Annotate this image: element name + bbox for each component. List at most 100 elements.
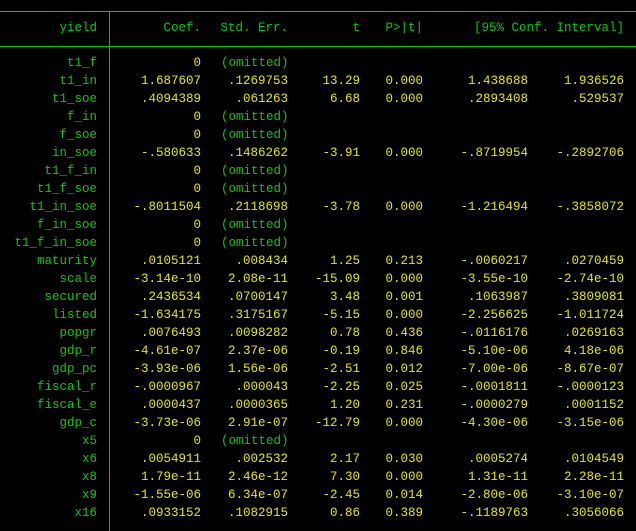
table-row: popgr .0076493 .0098282 0.78 0.436 -.0116176.… — [0, 324, 636, 342]
ci-high-cell: .0104549 — [563, 452, 624, 466]
t-cell: -3.78 — [322, 200, 360, 214]
var-name: t1_f_soe — [36, 182, 97, 196]
t-cell: 7.30 — [329, 470, 360, 484]
coef-cell: -.8011504 — [133, 200, 201, 214]
coef-cell: 0 — [193, 434, 201, 448]
table-row: x9 -1.55e-06 6.34e-07 -2.45 0.014 -2.80e-06 -3… — [0, 486, 636, 504]
ci-high-cell: .0001152 — [563, 398, 624, 412]
var-name: x16 — [74, 506, 97, 520]
p-cell: 0.025 — [385, 380, 423, 394]
se-cell: .1082915 — [227, 506, 288, 520]
var-name: f_in_soe — [36, 218, 97, 232]
table-row: t1_f_in 0 (omitted) — [0, 162, 636, 180]
omitted-label: (omitted) — [221, 164, 289, 178]
t-cell: -2.25 — [322, 380, 360, 394]
coef-cell: 0 — [193, 56, 201, 70]
coef-cell: .0000437 — [140, 398, 201, 412]
var-name: f_soe — [59, 128, 97, 142]
ci-high-cell: .0270459 — [563, 254, 624, 268]
table-row: x5 0 (omitted) — [0, 432, 636, 450]
ci-high-cell: -8.67e-07 — [556, 362, 624, 376]
table-row: t1_in_soe -.8011504 .2118698 -3.78 0.000 -1.2… — [0, 198, 636, 216]
var-name: x5 — [81, 434, 97, 448]
ci-low-cell: -.8719954 — [460, 146, 528, 160]
t-cell: -2.51 — [322, 362, 360, 376]
var-name: gdp_c — [59, 416, 97, 430]
table-row: x16 .0933152 .1082915 0.86 0.389 -.1189763 .30… — [0, 504, 636, 522]
t-cell: 0.86 — [329, 506, 360, 520]
table-row: f_in_soe 0 (omitted) — [0, 216, 636, 234]
table-row: x8 1.79e-11 2.46e-12 7.30 0.000 1.31e-11 2.28e… — [0, 468, 636, 486]
ci-low-cell: 1.31e-11 — [467, 470, 528, 484]
ci-high-cell: .529537 — [571, 92, 624, 106]
coef-cell: .0105121 — [140, 254, 201, 268]
table-row: f_in 0 (omitted) — [0, 108, 636, 126]
ci-high-cell: -.2892706 — [556, 146, 624, 160]
table-row: fiscal_e .0000437 .0000365 1.20 0.231 -.00002… — [0, 396, 636, 414]
table-row: t1_in 1.687607 .1269753 13.29 0.000 1.438688 1… — [0, 72, 636, 90]
omitted-label: (omitted) — [221, 128, 289, 142]
var-name: gdp_pc — [51, 362, 97, 376]
var-name: fiscal_r — [36, 380, 97, 394]
var-name: f_in — [66, 110, 97, 124]
t-cell: -0.19 — [322, 344, 360, 358]
var-name: gdp_r — [59, 344, 97, 358]
se-cell: 2.37e-06 — [227, 344, 288, 358]
p-cell: 0.436 — [385, 326, 423, 340]
p-cell: 0.030 — [385, 452, 423, 466]
se-cell: .2118698 — [227, 200, 288, 214]
ci-high-cell: -3.15e-06 — [556, 416, 624, 430]
t-cell: 0.78 — [329, 326, 360, 340]
se-cell: 2.08e-11 — [227, 272, 288, 286]
coef-cell: 0 — [193, 128, 201, 142]
coef-cell: -3.14e-10 — [133, 272, 201, 286]
var-name: t1_in — [59, 74, 97, 88]
table-row: gdp_c -3.73e-06 2.91e-07 -12.79 0.000 -4.30e-… — [0, 414, 636, 432]
ci-high-cell: -.3858072 — [556, 200, 624, 214]
table-row: in_soe -.580633 .1486262 -3.91 0.000 -.871995… — [0, 144, 636, 162]
p-cell: 0.000 — [385, 92, 423, 106]
var-name: fiscal_e — [36, 398, 97, 412]
se-cell: .002532 — [235, 452, 288, 466]
coef-cell: -.0000967 — [133, 380, 201, 394]
ci-low-cell: -7.00e-06 — [460, 362, 528, 376]
coef-cell: -3.73e-06 — [133, 416, 201, 430]
se-cell: .008434 — [235, 254, 288, 268]
omitted-label: (omitted) — [221, 236, 289, 250]
ci-low-cell: -5.10e-06 — [460, 344, 528, 358]
table-row: t1_f_soe 0 (omitted) — [0, 180, 636, 198]
p-cell: 0.000 — [385, 74, 423, 88]
coef-cell: -1.634175 — [133, 308, 201, 322]
se-cell: 2.91e-07 — [227, 416, 288, 430]
t-cell: 13.29 — [322, 74, 360, 88]
var-name: t1_soe — [51, 92, 97, 106]
ci-high-cell: -2.74e-10 — [556, 272, 624, 286]
p-cell: 0.000 — [385, 200, 423, 214]
coef-cell: -4.61e-07 — [133, 344, 201, 358]
t-cell: -5.15 — [322, 308, 360, 322]
se-cell: 2.46e-12 — [227, 470, 288, 484]
header-se: Std. Err. — [220, 21, 288, 35]
coef-cell: .0076493 — [140, 326, 201, 340]
omitted-label: (omitted) — [221, 56, 289, 70]
header-t: t — [352, 21, 360, 35]
table-row: secured .2436534 .0700147 3.48 0.001 .1063987… — [0, 288, 636, 306]
p-cell: 0.389 — [385, 506, 423, 520]
t-cell: -3.91 — [322, 146, 360, 160]
p-cell: 0.012 — [385, 362, 423, 376]
ci-low-cell: -.0060217 — [460, 254, 528, 268]
coef-cell: 0 — [193, 164, 201, 178]
ci-low-cell: -4.30e-06 — [460, 416, 528, 430]
t-cell: -12.79 — [314, 416, 360, 430]
var-name: t1_f_in_soe — [14, 236, 97, 250]
se-cell: .000043 — [235, 380, 288, 394]
omitted-label: (omitted) — [221, 434, 289, 448]
table-row: maturity .0105121 .008434 1.25 0.213 -.006021… — [0, 252, 636, 270]
t-cell: 2.17 — [329, 452, 360, 466]
t-cell: -15.09 — [314, 272, 360, 286]
table-row: f_soe 0 (omitted) — [0, 126, 636, 144]
ci-low-cell: .1063987 — [467, 290, 528, 304]
table-header: yield Coef. Std. Err. t P>|t| [95% Conf.… — [0, 19, 636, 37]
var-name: in_soe — [51, 146, 97, 160]
p-cell: 0.014 — [385, 488, 423, 502]
